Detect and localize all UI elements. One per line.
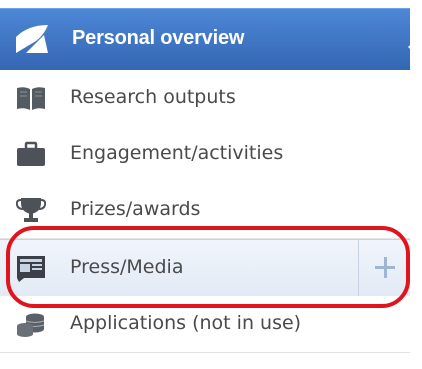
sidebar-item-engagement-activities[interactable]: Engagement/activities — [0, 126, 410, 183]
press-media-icon — [17, 256, 45, 282]
sidebar-item-label: Prizes/awards — [70, 198, 201, 220]
sidebar-item-press-media[interactable]: Press/Media — [0, 239, 410, 297]
sidebar-item-label: Engagement/activities — [70, 142, 284, 164]
coins-icon — [17, 313, 45, 337]
sidebar-nav: Personal overview Research outputs Engag… — [0, 0, 422, 369]
add-press-media-button[interactable] — [358, 240, 411, 296]
trophy-icon — [16, 198, 46, 222]
personal-overview-icon — [16, 25, 48, 53]
briefcase-icon — [17, 141, 45, 166]
sidebar-item-label: Research outputs — [70, 86, 236, 108]
collapse-arrow-icon[interactable] — [408, 38, 418, 56]
book-icon — [17, 87, 45, 110]
sidebar-item-applications[interactable]: Applications (not in use) — [0, 296, 410, 353]
sidebar-item-label: Press/Media — [70, 256, 184, 278]
sidebar-header-personal-overview[interactable]: Personal overview — [0, 8, 418, 71]
sidebar-item-label: Applications (not in use) — [70, 312, 302, 334]
sidebar-item-research-outputs[interactable]: Research outputs — [0, 70, 410, 127]
sidebar-item-prizes-awards[interactable]: Prizes/awards — [0, 182, 410, 239]
sidebar-header-label: Personal overview — [72, 27, 245, 49]
